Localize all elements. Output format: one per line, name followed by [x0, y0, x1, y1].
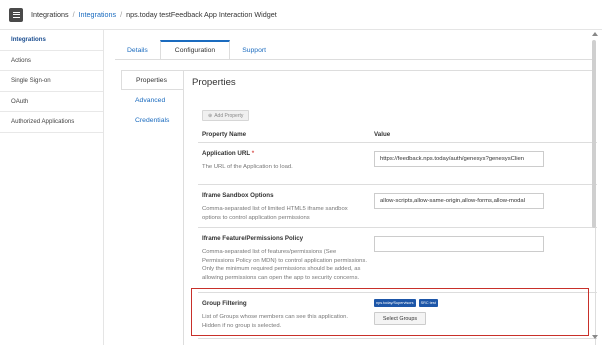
group-badge[interactable]: SRC test — [418, 299, 438, 307]
property-name: Application URL * — [202, 150, 367, 157]
tab-divider — [115, 59, 595, 60]
application-url-input[interactable]: https://feedback.nps.today/auth/genesys?… — [374, 151, 544, 167]
breadcrumb-root: Integrations — [31, 10, 69, 19]
property-description: The URL of the Application to load. — [202, 164, 293, 170]
subnav-advanced[interactable]: Advanced — [121, 90, 183, 110]
property-name-text: Application URL — [202, 150, 251, 157]
required-marker: * — [251, 150, 255, 157]
column-header-property-name: Property Name — [202, 131, 247, 138]
scroll-down-arrow-icon[interactable] — [592, 335, 598, 339]
table-row: Group Filtering List of Groups whose mem… — [198, 293, 597, 339]
iframe-permissions-input[interactable] — [374, 236, 544, 252]
sidebar-item-integrations[interactable]: Integrations — [0, 30, 103, 51]
group-badge[interactable]: nps.today/Supervisors — [374, 299, 416, 307]
tab-support[interactable]: Support — [230, 40, 278, 60]
subnav-properties[interactable]: Properties — [121, 70, 183, 90]
sidebar-item-single-sign-on[interactable]: Single Sign-on — [0, 71, 103, 92]
scrollbar-thumb[interactable] — [592, 40, 596, 228]
sidebar: Integrations Actions Single Sign-on OAut… — [0, 30, 104, 345]
breadcrumb-separator: / — [120, 10, 123, 19]
column-header-value: Value — [374, 131, 391, 138]
property-name: Iframe Sandbox Options — [202, 192, 274, 199]
property-description: Comma-separated list of limited HTML5 if… — [202, 206, 348, 221]
scroll-up-arrow-icon[interactable] — [592, 32, 598, 36]
table-row: Iframe Feature/Permissions Policy Comma-… — [198, 228, 597, 293]
property-name: Iframe Feature/Permissions Policy — [202, 235, 304, 242]
add-property-label: Add Property — [214, 112, 244, 119]
properties-panel: Properties ⊕ Add Property Property Name … — [183, 70, 597, 345]
iframe-sandbox-input[interactable]: allow-scripts,allow-same-origin,allow-fo… — [374, 193, 544, 209]
property-name: Group Filtering — [202, 300, 247, 307]
sidebar-item-authorized-applications[interactable]: Authorized Applications — [0, 112, 103, 133]
config-subnav: Properties Advanced Credentials — [121, 70, 183, 130]
table-header: Property Name Value — [198, 127, 597, 143]
property-description: List of Groups whose members can see thi… — [202, 314, 349, 329]
table-row: Application URL * The URL of the Applica… — [198, 143, 597, 185]
tab-configuration[interactable]: Configuration — [159, 40, 231, 60]
group-badges: nps.today/Supervisors SRC test — [374, 299, 597, 307]
tab-details[interactable]: Details — [115, 40, 160, 60]
sidebar-item-actions[interactable]: Actions — [0, 51, 103, 71]
panel-title: Properties — [192, 77, 236, 88]
plus-icon: ⊕ — [208, 112, 213, 119]
menu-icon[interactable] — [9, 7, 23, 22]
subnav-credentials[interactable]: Credentials — [121, 110, 183, 130]
add-property-button[interactable]: ⊕ Add Property — [202, 110, 250, 121]
select-groups-button[interactable]: Select Groups — [374, 312, 426, 325]
breadcrumb-current: nps.today testFeedback App Interaction W… — [126, 10, 277, 19]
breadcrumb-link-integrations[interactable]: Integrations — [79, 10, 117, 19]
tab-bar: Details Configuration Support — [115, 40, 278, 60]
table-row: Iframe Sandbox Options Comma-separated l… — [198, 185, 597, 228]
properties-table: Property Name Value Application URL * Th… — [198, 127, 597, 339]
breadcrumb: Integrations / Integrations / nps.today … — [31, 10, 277, 19]
top-bar: Integrations / Integrations / nps.today … — [0, 0, 602, 30]
property-description: Comma-separated list of features/permiss… — [202, 249, 367, 281]
breadcrumb-separator: / — [72, 10, 75, 19]
sidebar-item-oauth[interactable]: OAuth — [0, 92, 103, 112]
